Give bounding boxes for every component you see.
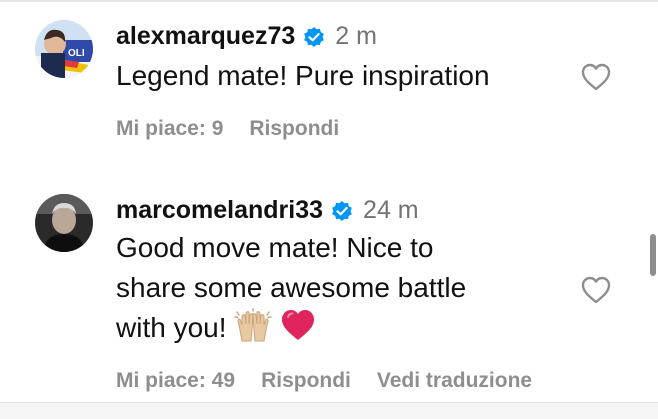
comment-username[interactable]: marcomelandri33 <box>116 196 323 225</box>
heart-outline-icon[interactable] <box>580 275 612 310</box>
avatar[interactable] <box>35 194 93 252</box>
avatar[interactable]: OLI <box>35 20 93 78</box>
reply-button[interactable]: Rispondi <box>261 369 351 393</box>
verified-badge-icon <box>330 199 354 223</box>
comment-text-line-with-emoji: with you! <box>116 308 576 348</box>
comment-text: Good move mate! Nice to share some aweso… <box>116 228 576 348</box>
heart-outline-icon[interactable] <box>580 62 612 97</box>
top-divider <box>0 0 658 2</box>
reply-button[interactable]: Rispondi <box>249 117 339 141</box>
comment-text-line: with you! <box>116 312 227 343</box>
verified-badge-icon <box>302 25 326 49</box>
bottom-divider <box>0 402 658 419</box>
scrollbar-thumb[interactable] <box>650 234 656 276</box>
comment-text-line: Good move mate! Nice to <box>116 232 434 263</box>
comment-text-line: share some awesome battle <box>116 272 467 303</box>
comment-text: Legend mate! Pure inspiration <box>116 60 490 91</box>
svg-text:OLI: OLI <box>68 48 85 59</box>
comments-panel: OLI alexmarquez73 2 m Legend mate! Pure … <box>0 0 658 419</box>
likes-count-link[interactable]: Mi piace: 49 <box>116 369 235 393</box>
comment-username[interactable]: alexmarquez73 <box>116 22 295 51</box>
raising-hands-emoji <box>234 308 272 342</box>
see-translation-link[interactable]: Vedi traduzione <box>377 369 532 393</box>
comment-timestamp: 2 m <box>335 22 377 50</box>
red-heart-emoji <box>280 308 316 342</box>
likes-count-link[interactable]: Mi piace: 9 <box>116 117 223 141</box>
comment-timestamp: 24 m <box>363 196 419 224</box>
